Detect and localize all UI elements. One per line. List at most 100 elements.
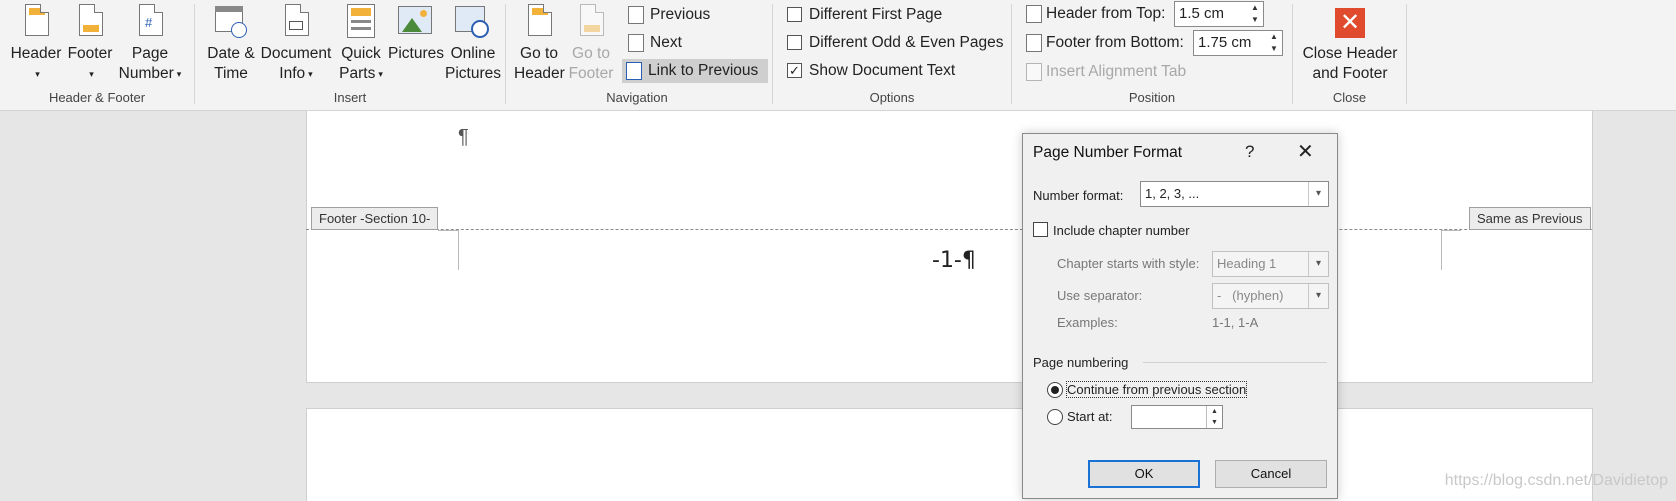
chapter-style-label: Chapter starts with style: (1057, 256, 1200, 271)
checkbox-box (787, 7, 802, 22)
show-document-text-checkbox[interactable]: ✓ Show Document Text (785, 59, 955, 83)
same-as-previous-tag: Same as Previous (1469, 207, 1591, 230)
go-to-header-label-1: Go to (520, 45, 558, 62)
date-time-label-2: Time (214, 65, 248, 82)
left-margin-marker-h (438, 230, 458, 231)
different-odd-even-label: Different Odd & Even Pages (809, 34, 1004, 51)
number-format-label: Number format: (1033, 188, 1124, 203)
next-icon (628, 34, 644, 52)
go-to-header-icon (521, 2, 557, 40)
left-margin-marker (458, 230, 459, 270)
header-position-icon (1026, 5, 1042, 23)
date-time-label-1: Date & (207, 45, 255, 62)
close-icon[interactable]: ✕ (1297, 139, 1314, 164)
footer-from-bottom-label: Footer from Bottom: (1046, 34, 1184, 51)
group-label-insert: Insert (333, 90, 367, 105)
pictures-button[interactable]: Pictures (388, 2, 444, 64)
separator-label: Use separator: (1057, 288, 1143, 303)
group-label-header-footer: Header & Footer (48, 90, 146, 105)
footer-from-bottom-value: 1.75 cm (1198, 34, 1252, 51)
pictures-icon (398, 2, 434, 40)
online-pictures-label-2: Pictures (445, 65, 501, 82)
header-icon (18, 2, 54, 40)
go-to-header-label-2: Header (514, 65, 565, 82)
spinner-arrows-icon[interactable]: ▲ ▼ (1247, 2, 1263, 26)
continue-label: Continue from previous section (1065, 381, 1248, 398)
insert-alignment-tab-button[interactable]: Insert Alignment Tab (1022, 59, 1186, 85)
document-page[interactable] (306, 111, 1593, 383)
help-icon[interactable]: ? (1245, 142, 1254, 162)
close-icon: ✕ (1332, 2, 1368, 40)
divider (1143, 362, 1327, 363)
chevron-down-icon: ▾ (89, 69, 94, 79)
page-number-button[interactable]: # Page Number ▾ (116, 2, 184, 84)
quick-parts-button[interactable]: Quick Parts ▾ (335, 2, 387, 84)
include-chapter-label: Include chapter number (1053, 223, 1190, 238)
start-at-input[interactable]: ▲ ▼ (1131, 405, 1223, 429)
previous-button[interactable]: Previous (624, 3, 710, 27)
header-from-top-label: Header from Top: (1046, 5, 1166, 22)
chevron-down-icon: ▾ (1308, 182, 1328, 206)
online-pictures-label-1: Online (450, 45, 496, 62)
group-label-navigation: Navigation (606, 90, 668, 105)
separator-select[interactable]: - (hyphen) ▾ (1212, 283, 1329, 309)
close-header-footer-button[interactable]: ✕ Close Header and Footer (1295, 2, 1405, 84)
cancel-button[interactable]: Cancel (1215, 460, 1327, 488)
footer-position-icon (1026, 34, 1042, 52)
ok-button[interactable]: OK (1088, 460, 1200, 488)
watermark: https://blog.csdn.net/Davidietop (1444, 472, 1668, 489)
chapter-style-value: Heading 1 (1217, 256, 1277, 271)
different-first-page-checkbox[interactable]: Different First Page (785, 3, 942, 27)
spin-down-icon[interactable]: ▼ (1206, 417, 1222, 428)
right-margin-marker (1441, 230, 1442, 270)
paragraph-mark: ¶ (458, 126, 469, 148)
ribbon: Header ▾ Footer ▾ # Page Number ▾ Header … (0, 0, 1676, 111)
checkbox-box (787, 35, 802, 50)
link-to-previous-button[interactable]: Link to Previous (622, 59, 768, 83)
go-to-footer-label-2: Footer (568, 65, 614, 82)
group-label-close: Close (1332, 90, 1367, 105)
go-to-footer-label-1: Go to (572, 45, 610, 62)
start-at-label: Start at: (1067, 409, 1113, 424)
header-from-top-spinner[interactable]: 1.5 cm ▲ ▼ (1174, 1, 1264, 27)
page-number-format-dialog: Page Number Format ? ✕ Number format: 1,… (1022, 133, 1338, 499)
footer-from-bottom-spinner[interactable]: 1.75 cm ▲ ▼ (1193, 30, 1283, 56)
group-divider (1406, 4, 1407, 104)
different-odd-even-checkbox[interactable]: Different Odd & Even Pages (785, 31, 1003, 55)
start-at-radio[interactable] (1047, 409, 1063, 425)
examples-value: 1-1, 1-A (1212, 315, 1259, 330)
header-button[interactable]: Header ▾ (6, 2, 66, 84)
page-number-field[interactable]: -1-¶ (932, 248, 976, 273)
link-to-previous-label: Link to Previous (648, 62, 759, 79)
insert-alignment-tab-label: Insert Alignment Tab (1046, 63, 1187, 80)
examples-label: Examples: (1057, 315, 1118, 330)
next-button[interactable]: Next (624, 31, 682, 55)
close-group: ✕ Close Header and Footer Close (1293, 0, 1406, 111)
go-to-footer-button[interactable]: Go to Footer (566, 2, 616, 84)
chevron-down-icon: ▾ (35, 69, 40, 79)
chapter-style-select[interactable]: Heading 1 ▾ (1212, 251, 1329, 277)
spinner-arrows-icon[interactable]: ▲ ▼ (1266, 31, 1282, 55)
footer-button[interactable]: Footer ▾ (64, 2, 116, 84)
go-to-header-button[interactable]: Go to Header (514, 2, 565, 84)
continue-radio[interactable] (1047, 382, 1063, 398)
close-header-footer-label-2: and Footer (1312, 65, 1388, 82)
document-info-button[interactable]: Document Info ▾ (259, 2, 333, 84)
previous-icon (628, 6, 644, 24)
document-info-label-1: Document (260, 45, 332, 62)
header-label: Header (10, 45, 62, 62)
document-page-next[interactable] (306, 408, 1593, 501)
document-info-icon (278, 2, 314, 40)
include-chapter-checkbox[interactable] (1033, 222, 1048, 237)
navigation-group: Go to Header Go to Footer Previous Next … (506, 0, 768, 111)
spin-up-icon[interactable]: ▲ (1206, 406, 1222, 417)
date-time-button[interactable]: Date & Time (205, 2, 257, 84)
footer-boundary-line (306, 229, 1592, 230)
quick-parts-label-1: Quick (341, 45, 381, 62)
number-format-select[interactable]: 1, 2, 3, ... ▾ (1140, 181, 1329, 207)
quick-parts-icon (343, 2, 379, 40)
right-margin-marker-h (1441, 230, 1461, 231)
online-pictures-button[interactable]: Online Pictures (445, 2, 501, 84)
different-first-page-label: Different First Page (809, 6, 943, 23)
check-icon: ✓ (787, 63, 802, 78)
